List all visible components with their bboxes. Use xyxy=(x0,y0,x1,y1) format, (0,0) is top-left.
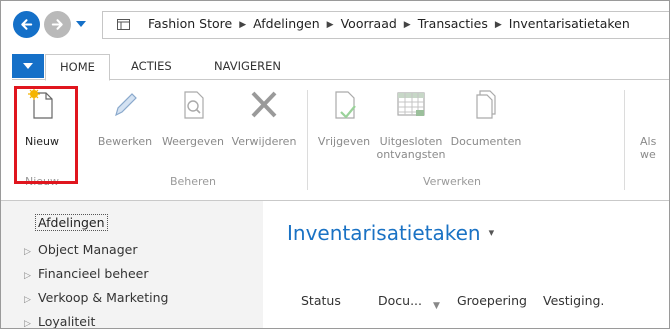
breadcrumb-item[interactable]: Fashion Store xyxy=(148,16,232,31)
window: Fashion Store ▶ Afdelingen ▶ Voorraad ▶ Transa… xyxy=(0,0,670,329)
als-label-line1: Als xyxy=(640,135,657,148)
chevron-right-icon: ▶ xyxy=(494,20,502,30)
navigation-pane: Afdelingen ▷ Object Manager ▷ Financieel b… xyxy=(1,201,263,329)
group-divider xyxy=(307,90,308,190)
content-pane: Inventarisatietaken ▾ Status Docu... ▼ Gr… xyxy=(263,201,669,328)
page-title[interactable]: Inventarisatietaken ▾ xyxy=(287,221,494,245)
delete-x-icon xyxy=(251,91,277,118)
column-header-document[interactable]: Docu... xyxy=(378,293,422,308)
weergeven-label: Weergeven xyxy=(161,135,225,148)
nav-item-financieel-beheer[interactable]: ▷ Financieel beheer xyxy=(24,266,149,281)
column-header-status[interactable]: Status xyxy=(301,293,341,308)
breadcrumb-item[interactable]: Transacties xyxy=(418,16,488,31)
expand-icon: ▷ xyxy=(24,319,31,329)
verwijderen-label: Verwijderen xyxy=(231,135,297,148)
breadcrumb-item[interactable]: Voorraad xyxy=(341,16,397,31)
tab-home[interactable]: HOME xyxy=(45,54,110,81)
tab-navigeren[interactable]: NAVIGEREN xyxy=(214,54,281,78)
uitgesloten-label: Uitgesloten ontvangsten xyxy=(376,135,446,161)
history-dropdown-icon[interactable] xyxy=(74,17,88,31)
breadcrumb-item[interactable]: Inventarisatietaken xyxy=(509,16,630,31)
ribbon: Nieuw Bewerken Weergeven Verwijderen Vri… xyxy=(12,79,669,198)
verwijderen-button[interactable]: Verwijderen xyxy=(227,82,301,156)
chevron-right-icon: ▶ xyxy=(403,20,411,30)
back-button[interactable] xyxy=(13,11,40,38)
documenten-label: Documenten xyxy=(450,135,522,148)
uitgesloten-label-line2: ontvangsten xyxy=(376,148,446,161)
nav-item-label: Loyaliteit xyxy=(38,314,96,329)
group-divider xyxy=(624,90,625,190)
nav-item-label: Object Manager xyxy=(38,242,138,257)
pencil-icon xyxy=(115,93,137,117)
uitgesloten-label-line1: Uitgesloten xyxy=(379,135,443,148)
magnifier-document-icon xyxy=(184,91,204,119)
chevron-down-icon xyxy=(23,63,33,69)
nav-item-afdelingen[interactable]: Afdelingen xyxy=(35,214,108,231)
group-label-verwerken: Verwerken xyxy=(423,175,481,188)
column-header-vestiging[interactable]: Vestiging. xyxy=(543,293,604,308)
grid-table-icon xyxy=(397,92,425,116)
breadcrumb-items: Fashion Store ▶ Afdelingen ▶ Voorraad ▶ Transa… xyxy=(148,16,630,31)
expand-icon: ▷ xyxy=(24,247,31,257)
release-document-icon xyxy=(335,91,356,119)
breadcrumb[interactable]: Fashion Store ▶ Afdelingen ▶ Voorraad ▶ Transa… xyxy=(102,11,669,39)
nav-item-loyaliteit[interactable]: ▷ Loyaliteit xyxy=(24,314,96,329)
sort-down-icon: ▼ xyxy=(433,301,440,311)
expand-icon: ▷ xyxy=(24,295,31,305)
chevron-down-icon: ▾ xyxy=(488,226,495,239)
file-menu-button[interactable] xyxy=(12,54,44,78)
chevron-right-icon: ▶ xyxy=(326,20,334,30)
als-label-line2: we xyxy=(640,148,656,161)
column-header-groepering[interactable]: Groepering xyxy=(457,293,527,308)
forward-arrow-icon xyxy=(51,19,63,30)
nav-item-object-manager[interactable]: ▷ Object Manager xyxy=(24,242,137,257)
back-arrow-icon xyxy=(21,19,33,30)
ribbon-tabs: HOME ACTIES NAVIGEREN xyxy=(1,54,669,81)
uitgesloten-ontvangsten-button[interactable]: Uitgesloten ontvangsten xyxy=(376,82,446,161)
bewerken-button[interactable]: Bewerken xyxy=(94,82,156,156)
als-we-button[interactable]: Als we xyxy=(634,82,669,161)
bewerken-label: Bewerken xyxy=(97,135,153,148)
breadcrumb-item[interactable]: Afdelingen xyxy=(253,16,320,31)
tab-acties[interactable]: ACTIES xyxy=(131,54,172,78)
vrijgeven-label: Vrijgeven xyxy=(317,135,371,148)
nav-item-label: Verkoop & Marketing xyxy=(38,290,169,305)
weergeven-button[interactable]: Weergeven xyxy=(158,82,228,156)
main-area: Afdelingen ▷ Object Manager ▷ Financieel b… xyxy=(1,200,669,329)
forward-button[interactable] xyxy=(44,11,71,38)
chevron-right-icon: ▶ xyxy=(239,20,247,30)
highlight-box xyxy=(14,86,78,184)
address-bar: Fashion Store ▶ Afdelingen ▶ Voorraad ▶ Transa… xyxy=(1,1,669,47)
vrijgeven-button[interactable]: Vrijgeven xyxy=(312,82,376,156)
page-title-text: Inventarisatietaken xyxy=(287,221,481,245)
page-icon xyxy=(117,19,130,30)
documenten-button[interactable]: Documenten xyxy=(446,82,526,156)
group-label-beheren: Beheren xyxy=(169,175,217,188)
nav-item-verkoop-marketing[interactable]: ▷ Verkoop & Marketing xyxy=(24,290,168,305)
expand-icon: ▷ xyxy=(24,271,31,281)
nav-item-label: Financieel beheer xyxy=(38,266,149,281)
als-we-label: Als we xyxy=(640,135,669,161)
documents-icon xyxy=(476,90,496,119)
